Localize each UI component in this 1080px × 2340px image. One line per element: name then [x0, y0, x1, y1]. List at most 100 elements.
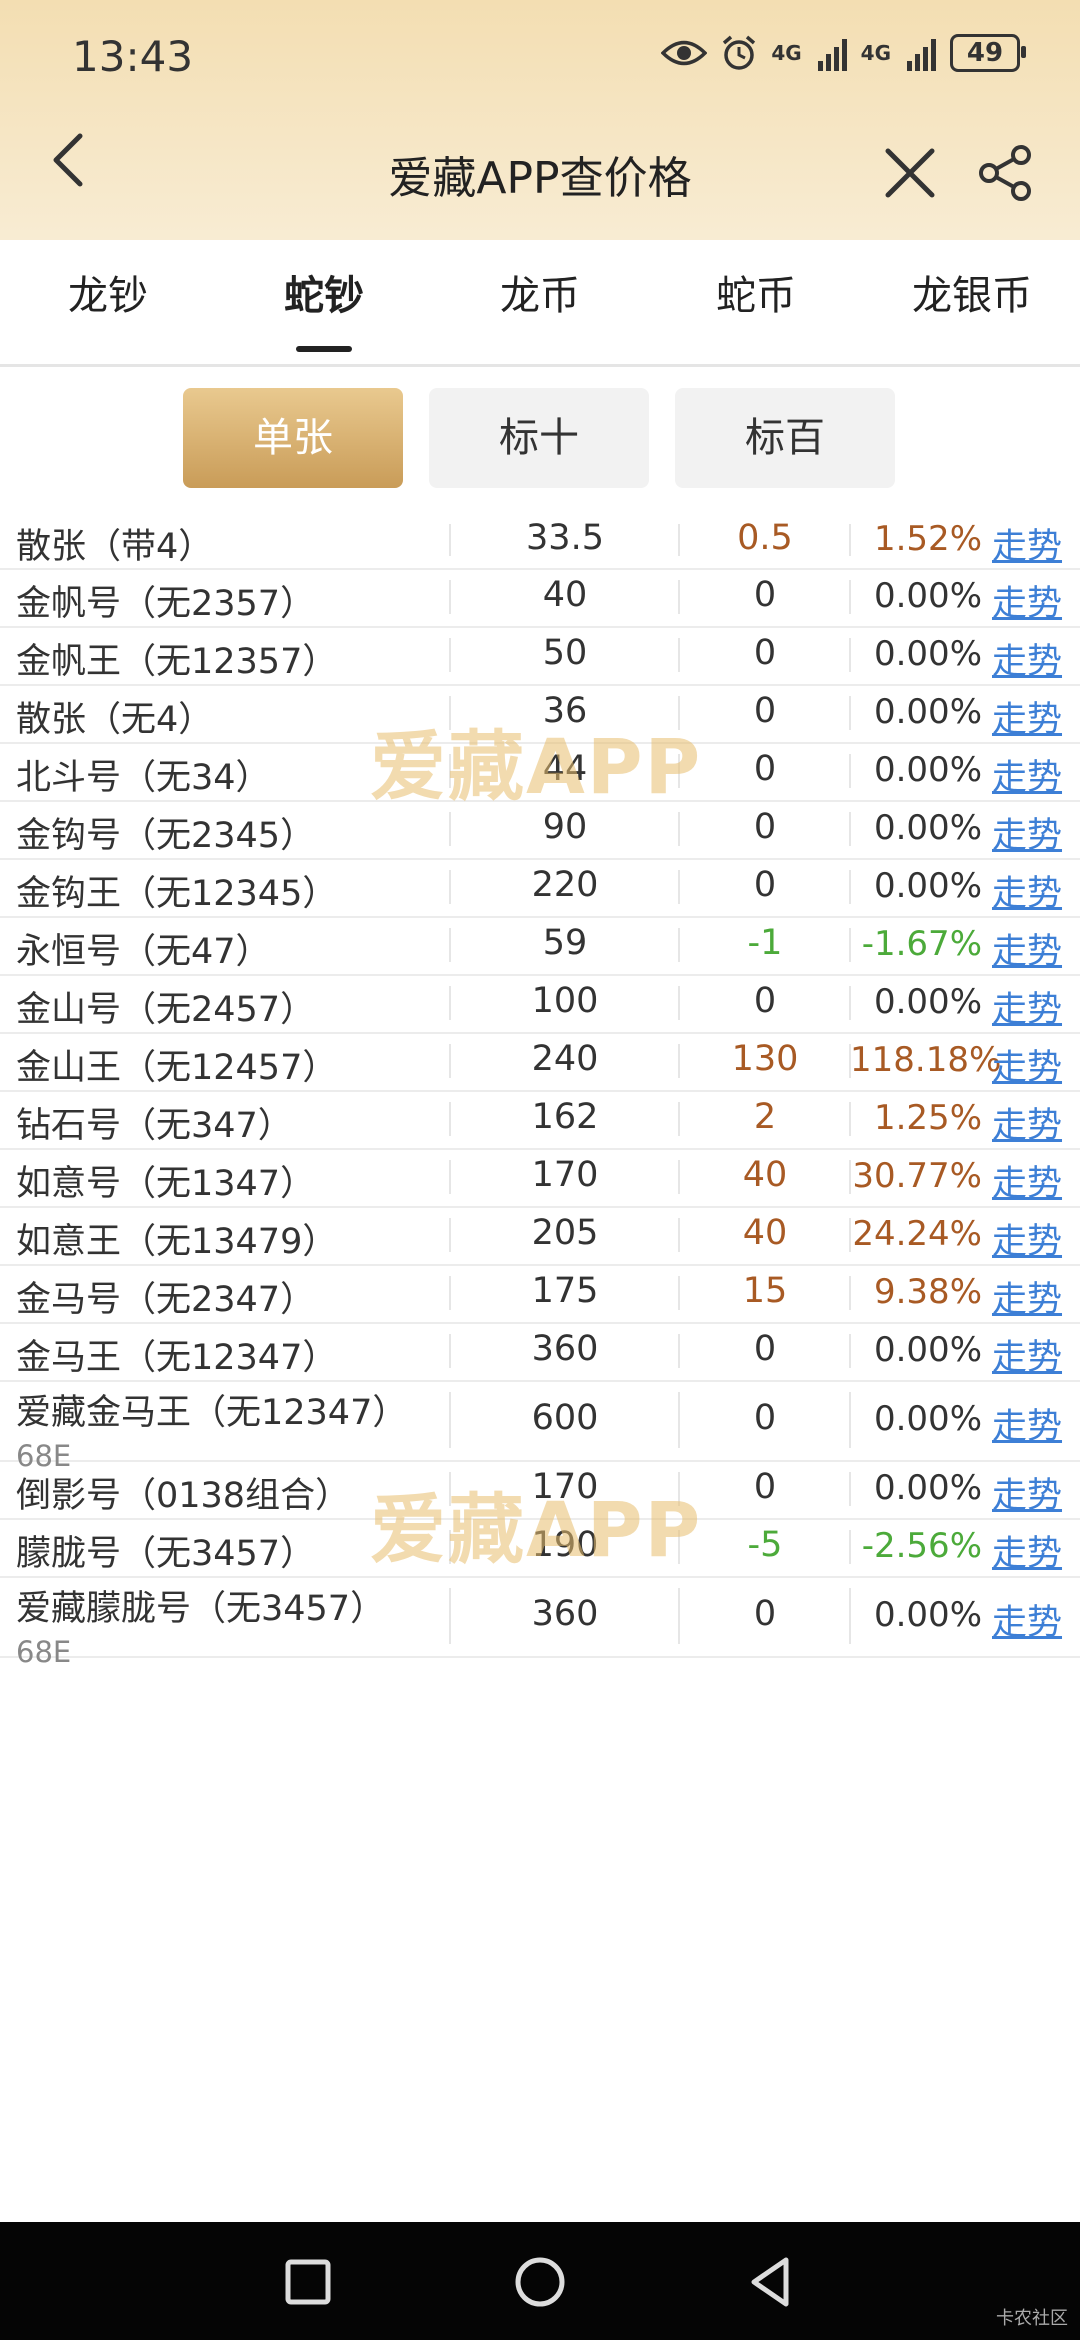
- item-name: 散张（带4）: [16, 527, 214, 567]
- item-change: 0: [753, 1594, 777, 1634]
- segment-single[interactable]: 单张: [183, 388, 403, 488]
- trend-link[interactable]: 走势: [992, 1329, 1062, 1380]
- share-button[interactable]: [975, 143, 1035, 203]
- segment-hundred[interactable]: 标百: [675, 388, 895, 488]
- trend-link[interactable]: 走势: [992, 865, 1062, 916]
- item-price: 240: [531, 1039, 599, 1079]
- tab-long-yin-bi[interactable]: 龙银币: [864, 240, 1080, 364]
- item-name-cell: 散张（无4）: [16, 691, 213, 742]
- item-price: 600: [531, 1398, 599, 1438]
- column-divider: [449, 1588, 451, 1644]
- table-row: 金钩王（无12345） 220 0 0.00% 走势: [0, 858, 1080, 918]
- item-name: 金马号（无2347）: [16, 1280, 316, 1320]
- home-button[interactable]: [508, 2250, 572, 2314]
- item-name: 钻石号（无347）: [16, 1106, 293, 1146]
- item-price: 59: [542, 923, 588, 963]
- column-divider: [449, 1392, 451, 1448]
- item-change-percent: 0.00%: [873, 1330, 982, 1370]
- item-name: 爱藏金马王（无12347）: [16, 1393, 408, 1433]
- item-change: 0: [753, 865, 777, 905]
- eye-icon: [661, 40, 708, 66]
- trend-link[interactable]: 走势: [992, 981, 1062, 1032]
- item-name-cell: 北斗号（无34）: [16, 749, 271, 800]
- item-change-percent: -1.67%: [861, 924, 982, 964]
- trend-link[interactable]: 走势: [992, 518, 1062, 569]
- item-change-percent: 30.77%: [852, 1156, 982, 1196]
- item-change: 0: [753, 1467, 777, 1507]
- item-name: 永恒号（无47）: [16, 932, 271, 972]
- column-divider: [449, 870, 451, 904]
- trend-link[interactable]: 走势: [992, 1594, 1062, 1645]
- trend-link[interactable]: 走势: [992, 575, 1062, 626]
- item-name: 金帆王（无12357）: [16, 642, 338, 682]
- item-change-percent: 9.38%: [873, 1272, 982, 1312]
- item-change: 0: [753, 1329, 777, 1369]
- column-divider: [449, 1218, 451, 1252]
- trend-link[interactable]: 走势: [992, 1271, 1062, 1322]
- segment-ten[interactable]: 标十: [429, 388, 649, 488]
- trend-link[interactable]: 走势: [992, 1213, 1062, 1264]
- item-change-percent: 0.00%: [873, 1595, 982, 1635]
- item-change: 0: [753, 749, 777, 789]
- trend-link[interactable]: 走势: [992, 691, 1062, 742]
- status-icons: 4G 4G 49: [661, 34, 1026, 72]
- item-name-cell: 如意号（无1347）: [16, 1155, 315, 1206]
- close-button[interactable]: [880, 143, 940, 203]
- column-divider: [449, 638, 451, 672]
- trend-link[interactable]: 走势: [992, 749, 1062, 800]
- table-row: 如意王（无13479） 205 40 24.24% 走势: [0, 1206, 1080, 1266]
- table-row: 爱藏金马王（无12347） 68E 600 0 0.00% 走势: [0, 1380, 1080, 1473]
- item-change-percent: 0.00%: [873, 808, 982, 848]
- item-change: 0: [753, 633, 777, 673]
- trend-link[interactable]: 走势: [992, 923, 1062, 974]
- item-price: 360: [531, 1594, 599, 1634]
- item-price: 170: [531, 1155, 599, 1195]
- item-name: 金马王（无12347）: [16, 1338, 338, 1378]
- item-price: 100: [531, 981, 599, 1021]
- back-nav-button[interactable]: [740, 2250, 804, 2314]
- status-time: 13:43: [72, 32, 194, 81]
- item-price: 33.5: [526, 518, 604, 558]
- item-name: 如意王（无13479）: [16, 1222, 338, 1262]
- trend-link[interactable]: 走势: [992, 1039, 1062, 1090]
- item-name-cell: 爱藏朦胧号（无3457） 68E: [16, 1580, 385, 1669]
- item-change: 15: [742, 1271, 788, 1311]
- item-price: 205: [531, 1213, 599, 1253]
- item-name-cell: 永恒号（无47）: [16, 923, 271, 974]
- item-change-percent: 0.00%: [873, 576, 982, 616]
- column-divider: [449, 1044, 451, 1078]
- item-edition: 68E: [16, 1635, 72, 1669]
- item-change: -1: [747, 923, 783, 963]
- network-type-1: 4G: [771, 41, 802, 65]
- trend-link[interactable]: 走势: [992, 633, 1062, 684]
- table-row: 金山号（无2457） 100 0 0.00% 走势: [0, 974, 1080, 1034]
- item-price: 175: [531, 1271, 599, 1311]
- trend-link[interactable]: 走势: [992, 1398, 1062, 1449]
- item-change: 130: [731, 1039, 799, 1079]
- item-name-cell: 金马王（无12347）: [16, 1329, 337, 1380]
- table-row: 散张（带4） 33.5 0.5 1.52% 走势: [0, 512, 1080, 570]
- watermark: 爱藏APP: [370, 1485, 703, 1574]
- tab-she-bi[interactable]: 蛇币: [648, 240, 864, 364]
- item-price: 220: [531, 865, 599, 905]
- trend-link[interactable]: 走势: [992, 1155, 1062, 1206]
- tab-long-bi[interactable]: 龙币: [432, 240, 648, 364]
- category-tabs: 龙钞 蛇钞 龙币 蛇币 龙银币: [0, 240, 1080, 367]
- trend-link[interactable]: 走势: [992, 807, 1062, 858]
- item-price: 40: [542, 575, 588, 615]
- tab-long-chao[interactable]: 龙钞: [0, 240, 216, 364]
- trend-link[interactable]: 走势: [992, 1467, 1062, 1518]
- trend-link[interactable]: 走势: [992, 1097, 1062, 1148]
- column-divider: [449, 928, 451, 962]
- network-type-2: 4G: [860, 41, 891, 65]
- item-change-percent: 0.00%: [873, 866, 982, 906]
- item-name: 金山号（无2457）: [16, 990, 316, 1030]
- column-divider: [449, 1102, 451, 1136]
- item-change: 0: [753, 1398, 777, 1438]
- signal-icon-1: [817, 35, 847, 71]
- recent-apps-button[interactable]: [276, 2250, 340, 2314]
- trend-link[interactable]: 走势: [992, 1525, 1062, 1576]
- tab-she-chao[interactable]: 蛇钞: [216, 240, 432, 364]
- item-change-percent: 0.00%: [873, 634, 982, 674]
- table-row: 金山王（无12457） 240 130 118.18% 走势: [0, 1032, 1080, 1092]
